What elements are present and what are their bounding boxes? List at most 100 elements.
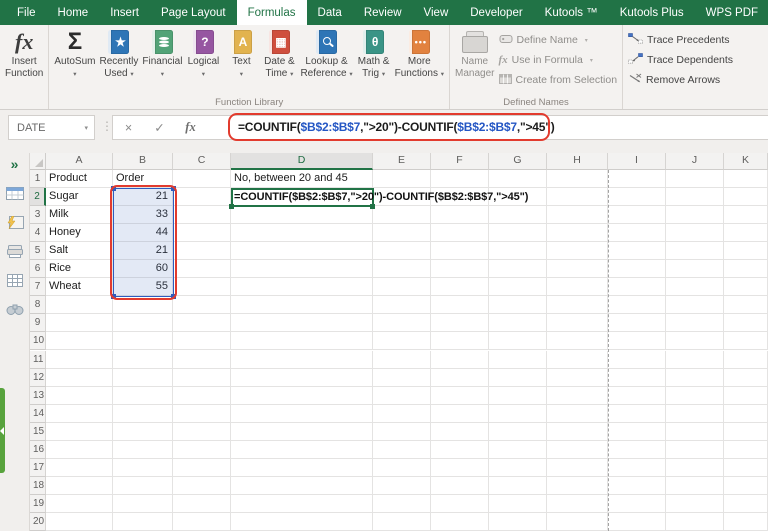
- cell-h9[interactable]: [547, 314, 608, 333]
- cell-a19[interactable]: [46, 494, 113, 513]
- cell-c10[interactable]: [173, 332, 231, 351]
- cell-e5[interactable]: [373, 242, 431, 261]
- tab-developer[interactable]: Developer: [459, 0, 533, 25]
- cell-e20[interactable]: [373, 512, 431, 531]
- cell-g1[interactable]: [489, 170, 547, 189]
- cell-i15[interactable]: [608, 422, 666, 441]
- cell-g19[interactable]: [489, 494, 547, 513]
- cell-j10[interactable]: [666, 332, 724, 351]
- cell-k6[interactable]: [724, 260, 768, 279]
- cell-g12[interactable]: [489, 368, 547, 387]
- cell-k11[interactable]: [724, 350, 768, 369]
- cell-f20[interactable]: [431, 512, 489, 531]
- cell-c15[interactable]: [173, 422, 231, 441]
- recently-used-button[interactable]: ★ Recently Used ▾: [98, 27, 141, 81]
- row-header-6[interactable]: 6: [30, 260, 46, 279]
- financial-button[interactable]: Financial ▾: [140, 27, 184, 81]
- cell-k17[interactable]: [724, 458, 768, 477]
- cell-b15[interactable]: [113, 422, 173, 441]
- formula-text[interactable]: =COUNTIF($B$2:$B$7,">20")-COUNTIF($B$2:$…: [238, 120, 555, 134]
- cell-i17[interactable]: [608, 458, 666, 477]
- cell-b11[interactable]: [113, 350, 173, 369]
- cell-a17[interactable]: [46, 458, 113, 477]
- cell-b20[interactable]: [113, 512, 173, 531]
- cell-i19[interactable]: [608, 494, 666, 513]
- cell-d14[interactable]: [231, 404, 373, 423]
- cell-b1[interactable]: Order: [113, 170, 173, 189]
- cell-a8[interactable]: [46, 296, 113, 315]
- autosum-button[interactable]: Σ AutoSum ▾: [52, 27, 97, 81]
- cell-b9[interactable]: [113, 314, 173, 333]
- row-header-18[interactable]: 18: [30, 476, 46, 495]
- cell-k16[interactable]: [724, 440, 768, 459]
- enter-icon[interactable]: ✓: [144, 120, 175, 135]
- column-header-i[interactable]: I: [608, 153, 666, 170]
- cell-i8[interactable]: [608, 296, 666, 315]
- cell-i6[interactable]: [608, 260, 666, 279]
- column-header-h[interactable]: H: [547, 153, 608, 170]
- cell-e17[interactable]: [373, 458, 431, 477]
- cell-e8[interactable]: [373, 296, 431, 315]
- cell-e6[interactable]: [373, 260, 431, 279]
- cell-e14[interactable]: [373, 404, 431, 423]
- column-header-c[interactable]: C: [173, 153, 231, 170]
- cell-f8[interactable]: [431, 296, 489, 315]
- cell-k3[interactable]: [724, 206, 768, 225]
- cell-a14[interactable]: [46, 404, 113, 423]
- cell-e16[interactable]: [373, 440, 431, 459]
- cell-f15[interactable]: [431, 422, 489, 441]
- cell-e7[interactable]: [373, 278, 431, 297]
- cell-j16[interactable]: [666, 440, 724, 459]
- range-corner-handle[interactable]: [111, 293, 116, 299]
- cell-j2[interactable]: [666, 188, 724, 207]
- cell-a12[interactable]: [46, 368, 113, 387]
- cell-h4[interactable]: [547, 224, 608, 243]
- cell-c16[interactable]: [173, 440, 231, 459]
- cell-b8[interactable]: [113, 296, 173, 315]
- cell-i16[interactable]: [608, 440, 666, 459]
- cell-h16[interactable]: [547, 440, 608, 459]
- cancel-icon[interactable]: ×: [113, 121, 144, 135]
- cell-c18[interactable]: [173, 476, 231, 495]
- cell-h11[interactable]: [547, 350, 608, 369]
- cell-c1[interactable]: [173, 170, 231, 189]
- cell-g14[interactable]: [489, 404, 547, 423]
- cell-c20[interactable]: [173, 512, 231, 531]
- column-header-b[interactable]: B: [113, 153, 173, 170]
- cell-h20[interactable]: [547, 512, 608, 531]
- row-header-14[interactable]: 14: [30, 404, 46, 423]
- cell-h17[interactable]: [547, 458, 608, 477]
- cell-b13[interactable]: [113, 386, 173, 405]
- cell-f5[interactable]: [431, 242, 489, 261]
- cell-k8[interactable]: [724, 296, 768, 315]
- cell-d4[interactable]: [231, 224, 373, 243]
- tab-page-layout[interactable]: Page Layout: [150, 0, 237, 25]
- cell-d12[interactable]: [231, 368, 373, 387]
- cell-f18[interactable]: [431, 476, 489, 495]
- cell-g18[interactable]: [489, 476, 547, 495]
- row-header-8[interactable]: 8: [30, 296, 46, 315]
- column-header-j[interactable]: J: [666, 153, 724, 170]
- cell-e12[interactable]: [373, 368, 431, 387]
- row-header-16[interactable]: 16: [30, 440, 46, 459]
- cell-a7[interactable]: Wheat: [46, 278, 113, 297]
- select-all-corner[interactable]: [30, 153, 46, 170]
- printer-icon[interactable]: [6, 243, 24, 259]
- cell-d13[interactable]: [231, 386, 373, 405]
- cell-b19[interactable]: [113, 494, 173, 513]
- cell-b14[interactable]: [113, 404, 173, 423]
- cell-c9[interactable]: [173, 314, 231, 333]
- cell-d5[interactable]: [231, 242, 373, 261]
- cell-a15[interactable]: [46, 422, 113, 441]
- cell-g10[interactable]: [489, 332, 547, 351]
- tab-formulas[interactable]: Formulas: [236, 0, 307, 25]
- cell-h3[interactable]: [547, 206, 608, 225]
- tab-kutools-plus[interactable]: Kutools Plus: [609, 0, 695, 25]
- cell-k2[interactable]: [724, 188, 768, 207]
- cell-c17[interactable]: [173, 458, 231, 477]
- column-header-g[interactable]: G: [489, 153, 547, 170]
- cell-d18[interactable]: [231, 476, 373, 495]
- cell-d1[interactable]: No, between 20 and 45: [231, 170, 373, 189]
- cell-b18[interactable]: [113, 476, 173, 495]
- tab-insert[interactable]: Insert: [99, 0, 150, 25]
